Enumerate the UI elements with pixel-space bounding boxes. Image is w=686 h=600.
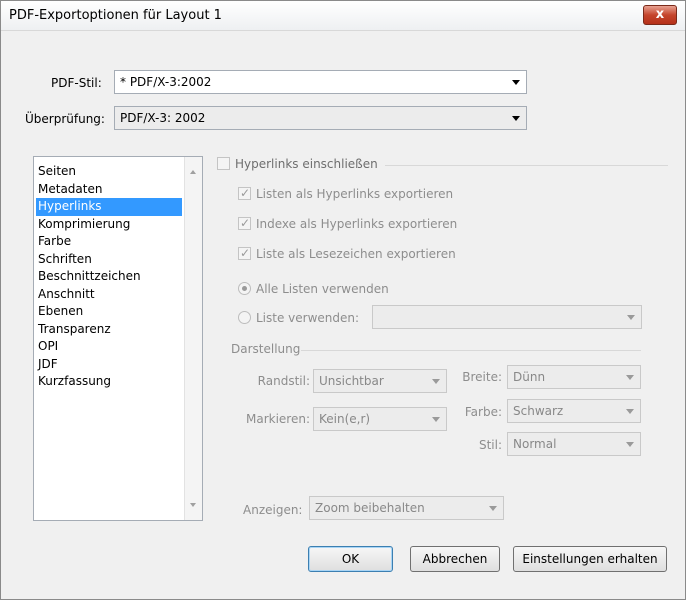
category-items: Seiten Metadaten Hyperlinks Komprimierung Fa…: [36, 163, 182, 391]
use-list-select[interactable]: [372, 305, 642, 329]
lists-as-links-checkbox[interactable]: ✓: [238, 186, 251, 200]
category-item-transparenz[interactable]: Transparenz: [36, 321, 182, 339]
appearance-divider: [301, 350, 641, 351]
close-icon: x: [655, 7, 665, 22]
display-value: Zoom beibehalten: [315, 501, 425, 515]
color-label: Farbe:: [464, 405, 502, 419]
category-item-hyperlinks[interactable]: Hyperlinks: [36, 198, 182, 216]
chevron-down-icon: [512, 116, 520, 121]
category-item-opi[interactable]: OPI: [36, 338, 182, 356]
indexes-as-links-label: Indexe als Hyperlinks exportieren: [256, 217, 458, 231]
category-item-komprimierung[interactable]: Komprimierung: [36, 216, 182, 234]
pdf-export-dialog: PDF-Exportoptionen für Layout 1 x PDF-St…: [0, 0, 686, 600]
validation-value: PDF/X-3: 2002: [120, 111, 206, 125]
section-divider: [385, 165, 668, 166]
use-list-radio[interactable]: [238, 311, 251, 324]
style-select[interactable]: Normal: [507, 432, 641, 456]
category-item-schriften[interactable]: Schriften: [36, 251, 182, 269]
pdf-style-select[interactable]: * PDF/X-3:2002: [114, 70, 527, 94]
dialog-title: PDF-Exportoptionen für Layout 1: [9, 8, 222, 23]
width-label: Breite:: [462, 370, 502, 384]
display-select[interactable]: Zoom beibehalten: [309, 496, 504, 520]
border-style-value: Unsichtbar: [319, 374, 384, 388]
list-as-bookmarks-checkbox[interactable]: ✓: [238, 246, 251, 260]
border-style-select[interactable]: Unsichtbar: [313, 369, 447, 393]
color-select[interactable]: Schwarz: [507, 399, 641, 423]
border-style-label: Randstil:: [257, 374, 310, 388]
checkmark-icon: ✓: [240, 246, 251, 260]
scroll-down-icon[interactable]: [190, 503, 196, 507]
include-hyperlinks-label: Hyperlinks einschließen: [235, 157, 378, 171]
category-item-metadaten[interactable]: Metadaten: [36, 181, 182, 199]
ok-button[interactable]: OK: [308, 546, 393, 572]
chevron-down-icon: [432, 417, 440, 422]
chevron-down-icon: [627, 315, 635, 320]
radio-dot-icon: [242, 286, 247, 291]
include-hyperlinks-checkbox[interactable]: [217, 157, 230, 170]
category-item-farbe[interactable]: Farbe: [36, 233, 182, 251]
chevron-down-icon: [512, 80, 520, 85]
scroll-up-icon[interactable]: [190, 170, 196, 174]
indexes-as-links-checkbox[interactable]: ✓: [238, 216, 251, 230]
highlight-value: Kein(e,r): [319, 412, 371, 426]
keep-settings-button[interactable]: Einstellungen erhalten: [513, 546, 667, 572]
category-list[interactable]: Seiten Metadaten Hyperlinks Komprimierung Fa…: [33, 156, 203, 521]
pdf-style-label: PDF-Stil:: [51, 76, 102, 90]
title-bar: PDF-Exportoptionen für Layout 1 x: [1, 1, 685, 31]
use-list-label: Liste verwenden:: [256, 311, 360, 325]
category-item-anschnitt[interactable]: Anschnitt: [36, 286, 182, 304]
validation-select[interactable]: PDF/X-3: 2002: [114, 106, 527, 130]
color-value: Schwarz: [513, 404, 564, 418]
chevron-down-icon: [626, 409, 634, 414]
appearance-section-label: Darstellung: [231, 342, 301, 356]
checkmark-icon: ✓: [240, 216, 251, 230]
style-value: Normal: [513, 437, 557, 451]
close-button[interactable]: x: [643, 5, 677, 25]
all-lists-label: Alle Listen verwenden: [256, 282, 389, 296]
pdf-style-value: * PDF/X-3:2002: [120, 75, 212, 89]
style-label: Stil:: [478, 438, 502, 452]
list-scrollbar[interactable]: [184, 157, 202, 520]
category-item-beschnittzeichen[interactable]: Beschnittzeichen: [36, 268, 182, 286]
cancel-button[interactable]: Abbrechen: [410, 546, 500, 572]
validation-label: Überprüfung:: [25, 112, 105, 126]
lists-as-links-label: Listen als Hyperlinks exportieren: [256, 187, 454, 201]
width-select[interactable]: Dünn: [507, 365, 641, 389]
category-item-kurzfassung[interactable]: Kurzfassung: [36, 373, 182, 391]
checkmark-icon: ✓: [240, 186, 251, 200]
category-item-seiten[interactable]: Seiten: [36, 163, 182, 181]
list-as-bookmarks-label: Liste als Lesezeichen exportieren: [256, 247, 456, 261]
category-item-ebenen[interactable]: Ebenen: [36, 303, 182, 321]
chevron-down-icon: [489, 506, 497, 511]
category-item-jdf[interactable]: JDF: [36, 356, 182, 374]
chevron-down-icon: [626, 375, 634, 380]
display-label: Anzeigen:: [243, 503, 303, 517]
chevron-down-icon: [432, 379, 440, 384]
highlight-select[interactable]: Kein(e,r): [313, 407, 447, 431]
all-lists-radio[interactable]: [238, 282, 251, 295]
highlight-label: Markieren:: [245, 412, 310, 426]
width-value: Dünn: [513, 370, 546, 384]
chevron-down-icon: [626, 442, 634, 447]
